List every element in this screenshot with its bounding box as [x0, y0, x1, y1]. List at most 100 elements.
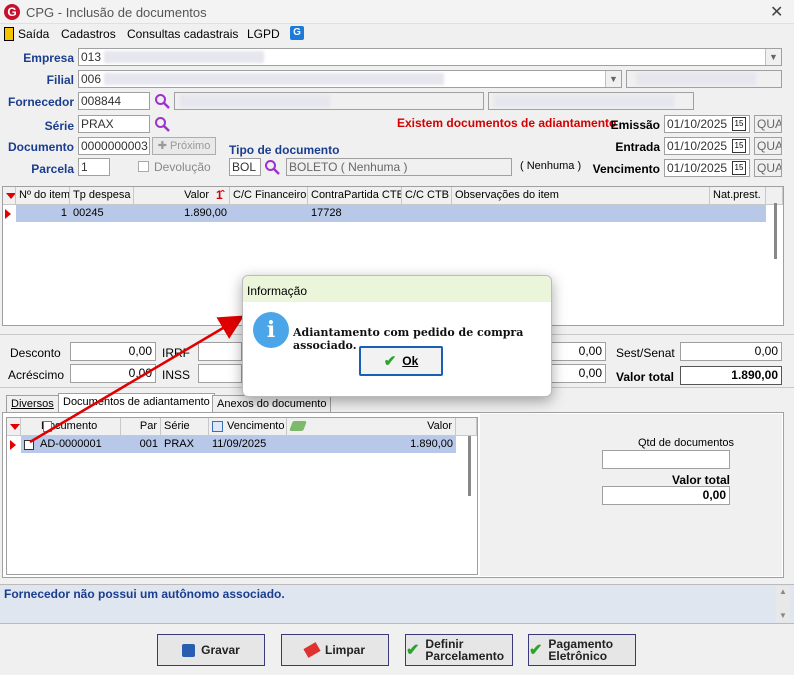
calendar-icon [212, 421, 223, 432]
adv-grid-scrollbar[interactable] [468, 436, 471, 496]
gravar-button[interactable]: Gravar [157, 634, 265, 666]
filial-name-redacted [104, 73, 444, 85]
empresa-label: Empresa [23, 51, 74, 65]
serie-field[interactable]: PRAX [78, 115, 150, 133]
tab-diversos-label: Diversos [11, 398, 54, 410]
adv-sort-down-icon [10, 424, 20, 430]
info-dialog: Informação i Adiantamento com pedido de … [242, 275, 552, 397]
entrada-calendar-icon[interactable]: 15 [732, 139, 746, 153]
status-scrollbar[interactable]: ▲ ▼ [776, 586, 790, 622]
adv-col-par[interactable]: Par [121, 418, 161, 436]
other-tax-field-2[interactable]: 0,00 [550, 364, 606, 383]
filial-label: Filial [46, 73, 74, 87]
check-icon: ✔ [406, 642, 420, 659]
emissao-calendar-icon[interactable]: 15 [732, 117, 746, 131]
empresa-code: 013 [81, 50, 102, 64]
col-item[interactable]: Nº do item [16, 187, 70, 205]
tipo-doc-extra: ( Nenhuma ) [520, 160, 582, 172]
check-icon: ✔ [383, 353, 397, 370]
tab-anexos-label: Anexos do documento [217, 398, 327, 410]
row-valor: 1.890,00 [184, 207, 227, 219]
parcela-label: Parcela [31, 162, 74, 176]
limpar-label: Limpar [324, 643, 365, 657]
tab-diversos[interactable]: Diversos [6, 395, 59, 413]
devolucao-checkbox[interactable] [138, 161, 149, 172]
adv-row-checkbox[interactable] [24, 440, 34, 450]
empresa-dropdown-icon[interactable]: ▼ [765, 49, 781, 65]
desconto-field[interactable]: 0,00 [70, 342, 156, 361]
tipo-doc-label: Tipo de documento [229, 143, 340, 157]
tipo-doc-search-icon[interactable] [264, 159, 280, 175]
items-grid-scrollbar[interactable] [774, 203, 777, 259]
info-icon: i [253, 312, 289, 348]
fornecedor-code-field[interactable]: 008844 [78, 92, 150, 110]
col-observacoes[interactable]: Observações do item [452, 187, 710, 205]
adv-row-pointer-icon [10, 440, 16, 450]
acrescimo-field[interactable]: 0,00 [70, 364, 156, 383]
adv-row-par: 001 [139, 438, 158, 450]
close-icon[interactable]: ✕ [770, 2, 783, 22]
col-cc-financeiro[interactable]: C/C Financeiro [230, 187, 308, 205]
ok-button[interactable]: ✔ Ok [359, 346, 443, 376]
documento-label: Documento [8, 140, 74, 154]
filial-cnpj-redacted [636, 73, 756, 85]
qtd-docs-field [602, 450, 730, 469]
adv-row-documento: AD-0000001 [40, 438, 102, 450]
vencimento-calendar-icon[interactable]: 15 [732, 161, 746, 175]
adiantamento-warning: Existem documentos de adiantamento [397, 116, 617, 130]
empresa-name-redacted [104, 51, 264, 63]
emissao-day: QUA [754, 115, 782, 133]
emissao-label: Emissão [610, 118, 660, 132]
serie-search-icon[interactable] [154, 116, 170, 132]
documento-field[interactable]: 0000000003 [78, 137, 150, 155]
proximo-button[interactable]: ✚ Próximo [152, 137, 216, 155]
adv-col-valor[interactable]: Valor [287, 418, 456, 436]
pagamento-label: Pagamento Eletrônico [548, 637, 614, 663]
tipo-doc-code-field[interactable]: BOL [229, 158, 261, 176]
fornecedor-doc-redacted [494, 95, 674, 107]
ok-label: Ok [402, 354, 419, 368]
other-tax-field-1[interactable]: 0,00 [550, 342, 606, 361]
desconto-label: Desconto [10, 346, 61, 360]
help-icon[interactable]: G [290, 26, 304, 40]
adv-col-blank [456, 418, 477, 436]
tab-anexos[interactable]: Anexos do documento [212, 395, 332, 413]
tipo-doc-desc-field: BOLETO ( Nenhuma ) [286, 158, 512, 176]
fornecedor-name-redacted [180, 95, 330, 107]
adv-row-serie: PRAX [164, 438, 194, 450]
col-contrapartida[interactable]: ContraPartida CTB [308, 187, 402, 205]
adv-total-field: 0,00 [602, 486, 730, 505]
entrada-label: Entrada [615, 140, 660, 154]
valor-total-label: Valor total [616, 370, 675, 384]
eraser-icon [303, 642, 321, 658]
menu-cadastros[interactable]: Cadastros [61, 27, 116, 41]
col-tp-despesa[interactable]: Tp despesa [70, 187, 134, 205]
dialog-title: Informação [243, 276, 551, 302]
irrf-field[interactable] [198, 342, 242, 361]
adv-col-documento[interactable]: Documento [21, 418, 121, 436]
col-cc-ctb[interactable]: C/C CTB [402, 187, 452, 205]
menu-lgpd[interactable]: LGPD [247, 27, 280, 41]
status-message: Fornecedor não possui um autônomo associ… [4, 587, 285, 601]
inss-field[interactable] [198, 364, 242, 383]
parcela-field[interactable]: 1 [78, 158, 110, 176]
window-title: CPG - Inclusão de documentos [26, 5, 207, 20]
sest-field[interactable]: 0,00 [680, 342, 782, 361]
menu-saida[interactable]: Saída [18, 27, 49, 41]
tab-documentos-adiantamento[interactable]: Documentos de adiantamento [58, 393, 215, 413]
row-pointer-icon [5, 209, 11, 219]
limpar-button[interactable]: Limpar [281, 634, 389, 666]
irrf-label: IRRF [162, 346, 190, 360]
filial-dropdown-icon[interactable]: ▼ [605, 71, 621, 87]
menu-consultas[interactable]: Consultas cadastrais [127, 27, 238, 41]
fornecedor-search-icon[interactable] [154, 93, 170, 109]
adv-col-serie[interactable]: Série [161, 418, 209, 436]
row-contrapartida: 17728 [311, 207, 342, 219]
definir-parcelamento-button[interactable]: ✔ Definir Parcelamento [405, 634, 513, 666]
col-nat-prest[interactable]: Nat.prest. [710, 187, 766, 205]
adv-row-vencimento: 11/09/2025 [212, 438, 267, 450]
pagamento-eletronico-button[interactable]: ✔ Pagamento Eletrônico [528, 634, 636, 666]
document-icon [43, 421, 52, 432]
devolucao-label: Devolução [154, 160, 211, 174]
adv-grid-corner [7, 418, 21, 436]
